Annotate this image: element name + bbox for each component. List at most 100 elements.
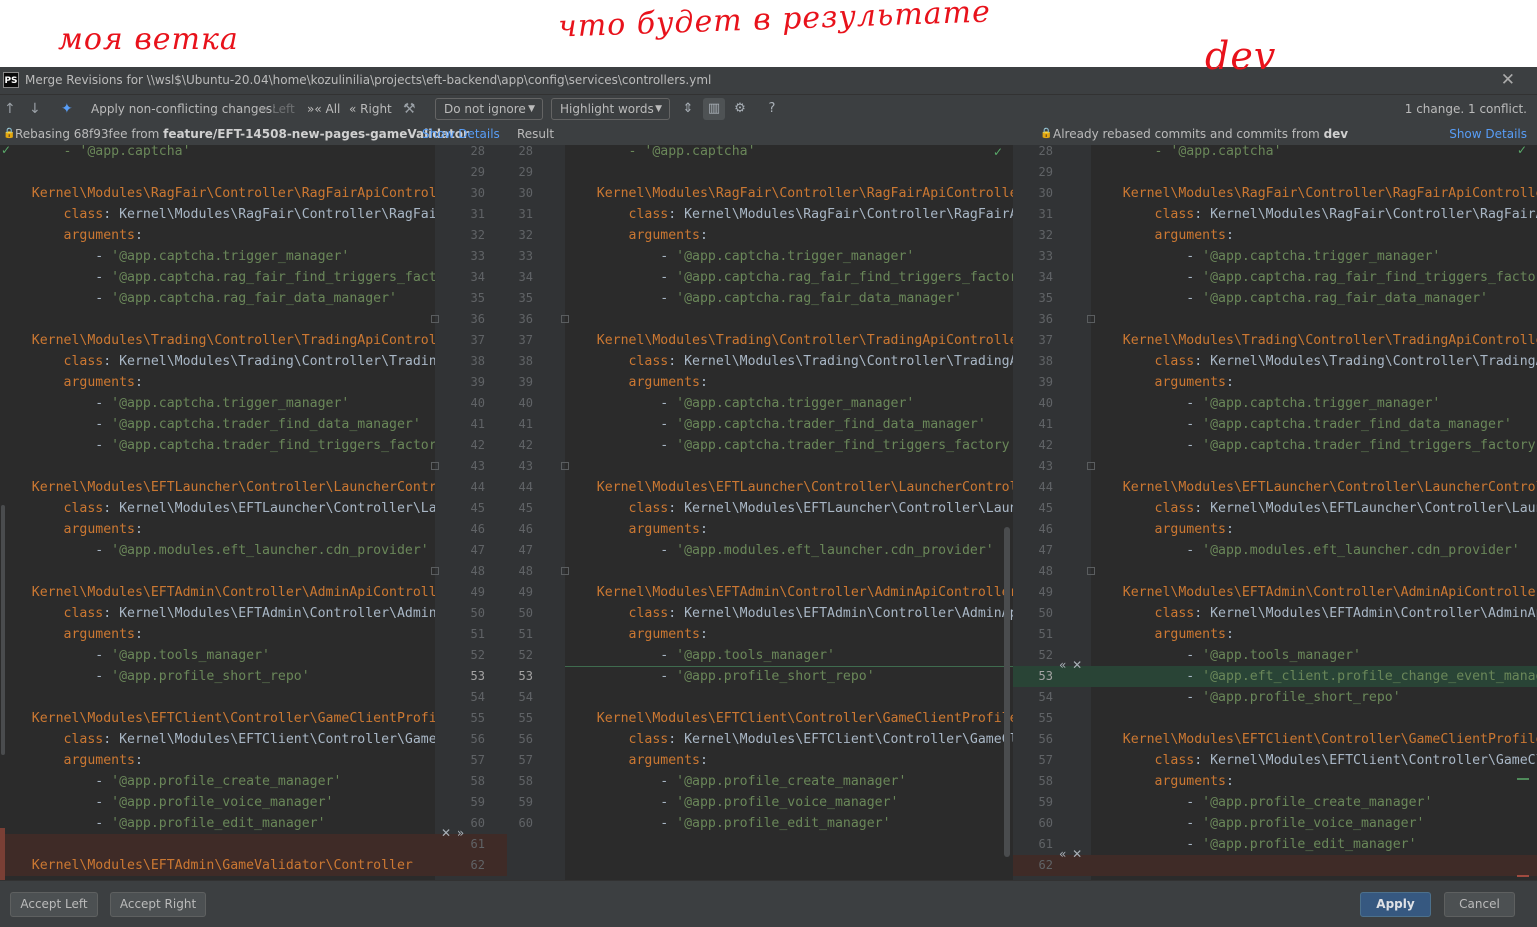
apply-left-button[interactable]: » Left <box>261 95 295 123</box>
result-check-icon: ✓ <box>993 145 1004 159</box>
line-number: 53 <box>518 669 533 683</box>
right-source-info: Already rebased commits and commits from… <box>1053 123 1348 145</box>
left-conflict-marker <box>0 828 5 880</box>
apply-all-button[interactable]: »« All <box>307 95 340 123</box>
apply-right-button[interactable]: « Right <box>349 95 392 123</box>
line-number: 41 <box>470 417 485 431</box>
code-text: : <box>134 753 143 768</box>
code-line: - '@app.captcha.trader_find_data_manager… <box>565 414 986 435</box>
cancel-button[interactable]: Cancel <box>1444 892 1515 917</box>
code-key: class <box>1091 501 1195 516</box>
line-number: 30 <box>470 186 485 200</box>
bottom-bar: Accept Left Accept Right Apply Cancel <box>0 880 1537 927</box>
code-text: : Kernel\Modules\EFTAdmin\Controller\Adm… <box>103 606 435 621</box>
code-text: - <box>0 417 112 432</box>
line-number: 33 <box>470 249 485 263</box>
result-vertical-scrollbar[interactable] <box>1004 527 1010 857</box>
code-text: - <box>0 795 112 810</box>
next-change-icon[interactable]: ↓ <box>29 95 41 123</box>
line-number: 49 <box>470 585 485 599</box>
code-text: - <box>0 543 112 558</box>
code-key: Kernel\Modules\Trading\Controller\Tradin… <box>0 333 435 348</box>
code-text: - <box>0 816 112 831</box>
line-number: 62 <box>1038 858 1053 872</box>
code-text: - <box>1091 795 1203 810</box>
whitespace-dropdown[interactable]: Do not ignore ▼ <box>435 98 543 120</box>
left-show-details-link[interactable]: Show Details <box>422 123 500 145</box>
code-string: '@app.captcha.rag_fair_find_triggers_fac… <box>111 270 435 285</box>
fold-marker-icon[interactable] <box>431 462 439 470</box>
fold-marker-icon[interactable] <box>561 462 569 470</box>
line-number: 36 <box>470 312 485 326</box>
fold-marker-icon[interactable] <box>1087 315 1095 323</box>
apply-button[interactable]: Apply <box>1360 892 1431 917</box>
line-number: 55 <box>518 711 533 725</box>
code-text: - <box>565 543 677 558</box>
highlight-dropdown[interactable]: Highlight words ▼ <box>551 98 670 120</box>
help-icon[interactable]: ? <box>761 98 783 120</box>
code-key: class <box>1091 753 1195 768</box>
code-line: Kernel\Modules\Trading\Controller\Tradin… <box>565 330 1013 351</box>
line-number: 31 <box>1038 207 1053 221</box>
code-string: '@app.tools_manager' <box>676 648 835 663</box>
code-string: '@app.captcha.trader_find_data_manager' <box>676 417 986 432</box>
fold-marker-icon[interactable] <box>561 567 569 575</box>
accept-left-button[interactable]: Accept Left <box>10 892 98 917</box>
code-text: - <box>0 270 112 285</box>
result-editor-pane[interactable]: - '@app.captcha' Kernel\Modules\RagFair\… <box>565 145 1013 880</box>
wand-icon[interactable]: ⚒ <box>403 95 416 123</box>
result-label: Result <box>517 127 555 141</box>
fold-marker-icon[interactable] <box>431 315 439 323</box>
fold-marker-icon[interactable] <box>1087 567 1095 575</box>
line-number: 46 <box>1038 522 1053 536</box>
settings-gear-icon[interactable]: ⚙ <box>729 98 751 120</box>
code-line: - '@app.captcha.trigger_manager' <box>565 246 914 267</box>
line-number: 30 <box>1038 186 1053 200</box>
code-line: Kernel\Modules\EFTLauncher\Controller\La… <box>0 477 435 498</box>
code-line: Kernel\Modules\EFTAdmin\Controller\Admin… <box>565 582 1013 603</box>
fold-marker-icon[interactable] <box>431 567 439 575</box>
annotation-dev: dev <box>1205 34 1277 78</box>
code-line: - '@app.profile_voice_manager' <box>565 792 898 813</box>
line-number: 57 <box>1038 753 1053 767</box>
code-text: - <box>1091 396 1203 411</box>
code-key: arguments <box>0 375 135 390</box>
line-number: 34 <box>518 270 533 284</box>
line-number: 59 <box>470 795 485 809</box>
right-editor-pane[interactable]: - '@app.captcha' Kernel\Modules\RagFair\… <box>1091 145 1537 880</box>
code-line: arguments: <box>1091 771 1234 792</box>
code-line: class: Kernel\Modules\Trading\Controller… <box>1091 351 1537 372</box>
close-icon[interactable]: ✕ <box>1501 70 1515 90</box>
fold-marker-icon[interactable] <box>561 315 569 323</box>
code-text: : Kernel\Modules\EFTLauncher\Controller\… <box>1194 501 1537 516</box>
code-key: Kernel\Modules\EFTClient\Controller\Game… <box>1122 732 1537 747</box>
code-line: class: Kernel\Modules\EFTLauncher\Contro… <box>0 498 435 519</box>
accept-right-button[interactable]: Accept Right <box>110 892 206 917</box>
left-vertical-scrollbar[interactable] <box>1 505 5 755</box>
sync-scroll-icon[interactable]: ▥ <box>703 98 725 120</box>
line-number: 54 <box>1038 690 1053 704</box>
ignore-left-conflict-button[interactable]: ✕ » <box>441 826 465 840</box>
fold-marker-icon[interactable] <box>1087 462 1095 470</box>
line-number: 28 <box>1038 145 1053 158</box>
collapse-unchanged-icon[interactable]: ⇕ <box>677 98 699 120</box>
code-string: '@app.captcha.trigger_manager' <box>111 249 350 264</box>
line-number: 59 <box>1038 795 1053 809</box>
right-show-details-link[interactable]: Show Details <box>1449 123 1527 145</box>
code-key: Kernel\Modules\Trading\Controller\Tradin… <box>565 333 1013 348</box>
code-key: class <box>0 354 104 369</box>
line-number: 59 <box>518 795 533 809</box>
line-number: 56 <box>518 732 533 746</box>
magic-resolve-icon[interactable]: ✦ <box>61 95 73 123</box>
line-number: 52 <box>1038 648 1053 662</box>
code-key: arguments <box>0 228 135 243</box>
left-editor-pane[interactable]: - '@app.captcha' Kernel\Modules\RagFair\… <box>0 145 435 880</box>
line-number: 45 <box>1038 501 1053 515</box>
accept-right-conflict-button[interactable]: « ✕ <box>1059 847 1083 861</box>
annotation-result: что будет в результате <box>557 0 992 45</box>
code-key: Kernel\Modules\EFTAdmin\GameValidator\Co… <box>0 858 413 873</box>
line-number: 42 <box>470 438 485 452</box>
previous-change-icon[interactable]: ↑ <box>4 95 16 123</box>
accept-right-change-button[interactable]: « ✕ <box>1059 658 1083 672</box>
code-text: : <box>1225 522 1234 537</box>
